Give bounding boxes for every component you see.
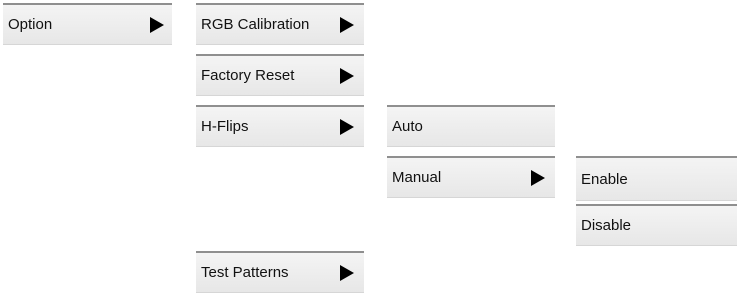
menu-item-h-flips-label: H-Flips — [201, 118, 249, 135]
menu-item-manual[interactable]: Manual — [387, 156, 555, 198]
menu-item-enable[interactable]: Enable — [576, 156, 737, 201]
submenu-arrow-icon — [340, 16, 354, 33]
submenu-arrow-icon — [340, 118, 354, 135]
menu-item-auto[interactable]: Auto — [387, 105, 555, 147]
menu-item-disable[interactable]: Disable — [576, 204, 737, 246]
menu-item-option[interactable]: Option — [3, 3, 172, 45]
menu-item-manual-label: Manual — [392, 169, 442, 186]
menu-item-test-patterns-label: Test Patterns — [201, 264, 289, 281]
menu-item-factory-reset-label: Factory Reset — [201, 67, 295, 84]
menu-tree: Option RGB Calibration Factory Reset H-F… — [0, 0, 737, 294]
submenu-arrow-icon — [340, 264, 354, 281]
menu-item-h-flips[interactable]: H-Flips — [196, 105, 364, 147]
menu-item-factory-reset[interactable]: Factory Reset — [196, 54, 364, 96]
menu-item-rgb-calibration[interactable]: RGB Calibration — [196, 3, 364, 45]
submenu-arrow-icon — [340, 67, 354, 84]
menu-item-option-label: Option — [8, 16, 53, 33]
menu-item-enable-label: Enable — [581, 170, 628, 188]
menu-item-auto-label: Auto — [392, 118, 423, 135]
submenu-arrow-icon — [531, 169, 545, 186]
submenu-arrow-icon — [150, 16, 164, 33]
menu-item-disable-label: Disable — [581, 217, 632, 234]
menu-item-rgb-calibration-label: RGB Calibration — [201, 16, 310, 33]
menu-item-test-patterns[interactable]: Test Patterns — [196, 251, 364, 293]
